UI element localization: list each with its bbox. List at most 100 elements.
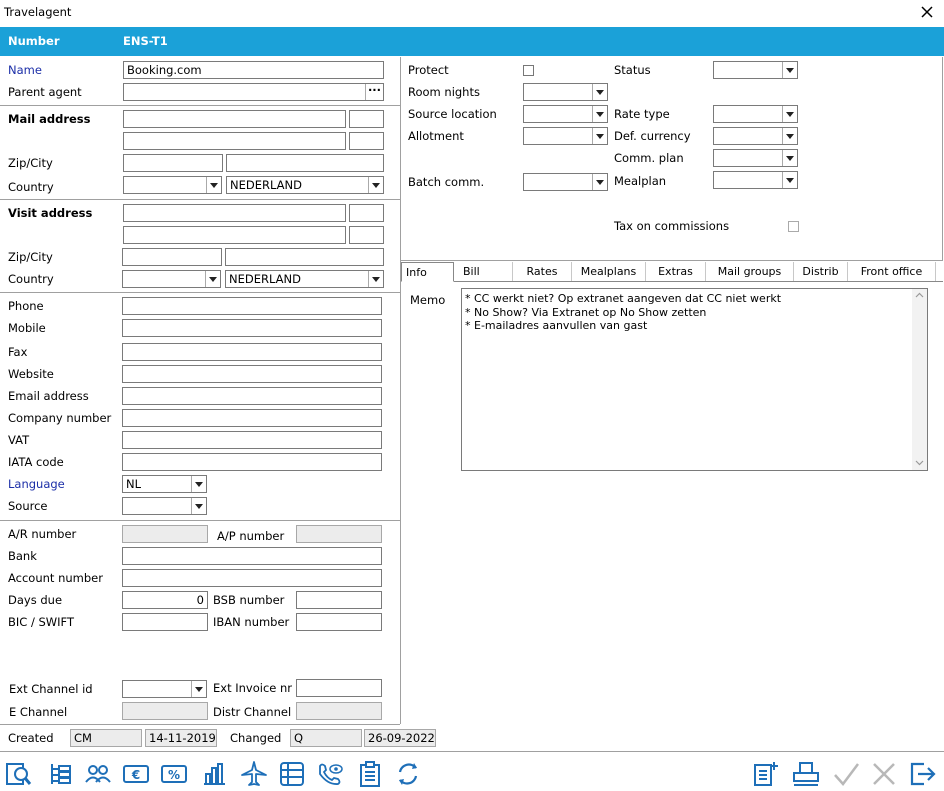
add-list-icon[interactable] (752, 760, 780, 788)
chevron-down-icon[interactable] (206, 177, 221, 193)
grid-icon[interactable] (278, 760, 306, 788)
visit-city-input[interactable] (225, 248, 384, 266)
email-input[interactable] (122, 387, 382, 405)
protect-checkbox[interactable] (523, 65, 534, 76)
phone-eye-icon[interactable] (316, 760, 344, 788)
iata-label: IATA code (8, 455, 64, 469)
exit-icon[interactable] (908, 760, 936, 788)
vat-input[interactable] (122, 431, 382, 449)
bar-chart-icon[interactable] (200, 760, 228, 788)
memo-textarea[interactable]: * CC werkt niet? Op extranet aangeven da… (461, 288, 928, 471)
mail-address-line2[interactable] (123, 132, 346, 150)
tax-on-commissions-checkbox[interactable] (788, 221, 799, 232)
chevron-down-icon[interactable] (782, 106, 797, 122)
visit-country-code-select[interactable] (122, 270, 221, 288)
mealplan-select[interactable] (713, 171, 798, 189)
bic-swift-input[interactable] (122, 613, 208, 631)
tree-list-icon[interactable] (46, 760, 74, 788)
refresh-icon[interactable] (394, 760, 422, 788)
tab-rates[interactable]: Rates (513, 262, 572, 282)
tab-info[interactable]: Info (401, 262, 454, 282)
source-location-select[interactable] (523, 105, 608, 123)
chevron-down-icon[interactable] (782, 150, 797, 166)
tab-mealplans[interactable]: Mealplans (572, 262, 646, 282)
check-icon[interactable] (832, 760, 860, 788)
bsb-number-input[interactable] (296, 591, 382, 609)
search-document-icon[interactable] (4, 760, 32, 788)
fax-label: Fax (8, 345, 28, 359)
ext-invoice-input[interactable] (296, 679, 382, 697)
fax-input[interactable] (122, 343, 382, 361)
chevron-down-icon[interactable] (191, 681, 206, 697)
source-select[interactable] (122, 497, 207, 515)
mobile-input[interactable] (122, 319, 382, 337)
status-select[interactable] (713, 61, 798, 79)
panel-divider (400, 57, 401, 724)
name-input[interactable]: Booking.com (123, 61, 384, 79)
close-icon[interactable] (918, 3, 936, 21)
chevron-down-icon[interactable] (782, 172, 797, 188)
parent-agent-browse-button[interactable]: ··· (365, 84, 383, 100)
tab-mail-groups[interactable]: Mail groups (706, 262, 794, 282)
room-nights-select[interactable] (523, 83, 608, 101)
chevron-down-icon[interactable] (191, 476, 206, 492)
ext-channel-select[interactable] (122, 680, 207, 698)
clipboard-icon[interactable] (356, 760, 384, 788)
mail-address-number2[interactable] (349, 132, 384, 150)
days-due-input[interactable]: 0 (122, 591, 208, 609)
chevron-down-icon[interactable] (592, 128, 607, 144)
visit-address-number1[interactable] (349, 204, 384, 222)
account-number-label: Account number (8, 571, 103, 585)
company-number-input[interactable] (122, 409, 382, 427)
tab-extras[interactable]: Extras (646, 262, 706, 282)
website-input[interactable] (122, 365, 382, 383)
visit-zip-input[interactable] (122, 248, 222, 266)
visit-address-line2[interactable] (123, 226, 346, 244)
language-select[interactable]: NL (122, 475, 207, 493)
bank-input[interactable] (122, 547, 382, 565)
mail-country-code-select[interactable] (123, 176, 222, 194)
users-icon[interactable] (84, 760, 112, 788)
account-number-input[interactable] (122, 569, 382, 587)
batch-comm-select[interactable] (523, 173, 608, 191)
memo-scrollbar[interactable] (912, 289, 927, 470)
ext-invoice-label: Ext Invoice nr (213, 681, 293, 695)
mail-country-select[interactable]: NEDERLAND (226, 176, 384, 194)
tab-bill[interactable]: Bill (454, 262, 513, 282)
ap-number-input (296, 525, 382, 543)
chevron-down-icon[interactable] (782, 62, 797, 78)
chevron-down-icon[interactable] (368, 177, 383, 193)
comm-plan-select[interactable] (713, 149, 798, 167)
chevron-down-icon[interactable] (592, 106, 607, 122)
allotment-label: Allotment (408, 129, 464, 143)
airplane-icon[interactable] (240, 760, 268, 788)
printer-icon[interactable] (792, 760, 820, 788)
phone-input[interactable] (122, 297, 382, 315)
mail-zip-input[interactable] (123, 154, 223, 172)
chevron-down-icon[interactable] (592, 174, 607, 190)
chevron-down-icon[interactable] (368, 271, 383, 287)
visit-address-line1[interactable] (123, 204, 346, 222)
euro-icon[interactable]: € (122, 760, 150, 788)
tab-distrib[interactable]: Distrib (794, 262, 848, 282)
tab-front-office[interactable]: Front office (848, 262, 936, 282)
iban-number-input[interactable] (296, 613, 382, 631)
chevron-down-icon[interactable] (205, 271, 220, 287)
percent-icon[interactable]: % (160, 760, 188, 788)
iata-input[interactable] (122, 453, 382, 471)
cancel-icon[interactable] (870, 760, 898, 788)
rate-type-select[interactable] (713, 105, 798, 123)
visit-country-select[interactable]: NEDERLAND (225, 270, 384, 288)
chevron-down-icon[interactable] (592, 84, 607, 100)
created-by-field: CM (70, 729, 142, 747)
chevron-down-icon[interactable] (782, 128, 797, 144)
chevron-down-icon[interactable] (191, 498, 206, 514)
allotment-select[interactable] (523, 127, 608, 145)
mail-city-input[interactable] (226, 154, 384, 172)
visit-address-number2[interactable] (349, 226, 384, 244)
mail-address-number1[interactable] (349, 110, 384, 128)
parent-agent-input[interactable]: ··· (123, 83, 384, 101)
email-label: Email address (8, 389, 89, 403)
mail-address-line1[interactable] (123, 110, 346, 128)
def-currency-select[interactable] (713, 127, 798, 145)
